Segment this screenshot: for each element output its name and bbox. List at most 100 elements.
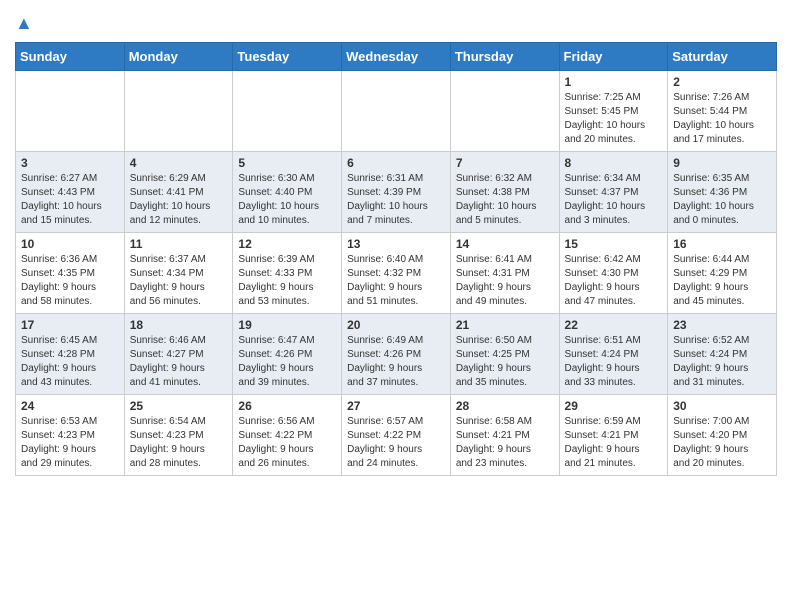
day-info: Sunrise: 6:36 AM Sunset: 4:35 PM Dayligh… [21,253,119,309]
logo-icon: ▲ [15,13,33,33]
day-number: 7 [456,156,554,170]
weekday-header-tuesday: Tuesday [233,43,342,71]
day-number: 20 [347,318,445,332]
calendar-week-row: 3 Sunrise: 6:27 AM Sunset: 4:43 PM Daylig… [16,152,777,233]
calendar-day-cell: 19 Sunrise: 6:47 AM Sunset: 4:26 PM Dayli… [233,314,342,395]
weekday-header-saturday: Saturday [668,43,777,71]
day-number: 13 [347,237,445,251]
day-info: Sunrise: 7:25 AM Sunset: 5:45 PM Dayligh… [565,91,663,147]
calendar-day-cell: 11 Sunrise: 6:37 AM Sunset: 4:34 PM Dayli… [124,233,233,314]
day-number: 19 [238,318,336,332]
day-number: 27 [347,399,445,413]
calendar-day-cell [450,71,559,152]
calendar-day-cell: 12Sunrise: 6:39 AM Sunset: 4:33 PM Dayli… [233,233,342,314]
day-info: Sunrise: 6:53 AM Sunset: 4:23 PM Dayligh… [21,415,119,471]
calendar-day-cell: 28 Sunrise: 6:58 AM Sunset: 4:21 PM Dayli… [450,395,559,476]
day-number: 22 [565,318,663,332]
day-number: 10 [21,237,119,251]
calendar-day-cell [342,71,451,152]
day-info: Sunrise: 6:51 AM Sunset: 4:24 PM Dayligh… [565,334,663,390]
calendar-day-cell: 14Sunrise: 6:41 AM Sunset: 4:31 PM Dayli… [450,233,559,314]
day-info: Sunrise: 6:59 AM Sunset: 4:21 PM Dayligh… [565,415,663,471]
calendar-day-cell: 25 Sunrise: 6:54 AM Sunset: 4:23 PM Dayli… [124,395,233,476]
day-number: 9 [673,156,771,170]
page: ▲ SundayMondayTuesdayWednesdayThursdayFr… [0,0,792,491]
day-number: 8 [565,156,663,170]
calendar-day-cell: 16 Sunrise: 6:44 AM Sunset: 4:29 PM Dayli… [668,233,777,314]
day-info: Sunrise: 6:56 AM Sunset: 4:22 PM Dayligh… [238,415,336,471]
day-number: 30 [673,399,771,413]
calendar-day-cell: 21Sunrise: 6:50 AM Sunset: 4:25 PM Dayli… [450,314,559,395]
weekday-header-sunday: Sunday [16,43,125,71]
day-info: Sunrise: 6:49 AM Sunset: 4:26 PM Dayligh… [347,334,445,390]
day-number: 5 [238,156,336,170]
day-info: Sunrise: 6:39 AM Sunset: 4:33 PM Dayligh… [238,253,336,309]
day-number: 11 [130,237,228,251]
day-number: 28 [456,399,554,413]
calendar-day-cell: 24Sunrise: 6:53 AM Sunset: 4:23 PM Dayli… [16,395,125,476]
day-number: 3 [21,156,119,170]
day-number: 29 [565,399,663,413]
day-number: 1 [565,75,663,89]
day-number: 6 [347,156,445,170]
day-number: 26 [238,399,336,413]
calendar-week-row: 24Sunrise: 6:53 AM Sunset: 4:23 PM Dayli… [16,395,777,476]
day-info: Sunrise: 6:44 AM Sunset: 4:29 PM Dayligh… [673,253,771,309]
day-info: Sunrise: 6:37 AM Sunset: 4:34 PM Dayligh… [130,253,228,309]
weekday-header-friday: Friday [559,43,668,71]
calendar-day-cell: 27 Sunrise: 6:57 AM Sunset: 4:22 PM Dayli… [342,395,451,476]
calendar-day-cell [16,71,125,152]
calendar-day-cell: 10 Sunrise: 6:36 AM Sunset: 4:35 PM Dayli… [16,233,125,314]
weekday-header-monday: Monday [124,43,233,71]
day-info: Sunrise: 6:46 AM Sunset: 4:27 PM Dayligh… [130,334,228,390]
calendar-day-cell: 7 Sunrise: 6:32 AM Sunset: 4:38 PM Daylig… [450,152,559,233]
day-info: Sunrise: 6:47 AM Sunset: 4:26 PM Dayligh… [238,334,336,390]
day-info: Sunrise: 6:54 AM Sunset: 4:23 PM Dayligh… [130,415,228,471]
day-info: Sunrise: 7:26 AM Sunset: 5:44 PM Dayligh… [673,91,771,147]
day-info: Sunrise: 6:29 AM Sunset: 4:41 PM Dayligh… [130,172,228,228]
calendar-table: SundayMondayTuesdayWednesdayThursdayFrid… [15,42,777,476]
day-info: Sunrise: 6:50 AM Sunset: 4:25 PM Dayligh… [456,334,554,390]
calendar-day-cell: 20 Sunrise: 6:49 AM Sunset: 4:26 PM Dayli… [342,314,451,395]
calendar-day-cell: 4 Sunrise: 6:29 AM Sunset: 4:41 PM Daylig… [124,152,233,233]
day-number: 25 [130,399,228,413]
weekday-header-thursday: Thursday [450,43,559,71]
calendar-day-cell: 26 Sunrise: 6:56 AM Sunset: 4:22 PM Dayli… [233,395,342,476]
weekday-header-wednesday: Wednesday [342,43,451,71]
day-info: Sunrise: 6:58 AM Sunset: 4:21 PM Dayligh… [456,415,554,471]
calendar-week-row: 1 Sunrise: 7:25 AM Sunset: 5:45 PM Daylig… [16,71,777,152]
calendar-day-cell: 9 Sunrise: 6:35 AM Sunset: 4:36 PM Daylig… [668,152,777,233]
day-number: 18 [130,318,228,332]
calendar-day-cell: 6 Sunrise: 6:31 AM Sunset: 4:39 PM Daylig… [342,152,451,233]
calendar-day-cell: 15Sunrise: 6:42 AM Sunset: 4:30 PM Dayli… [559,233,668,314]
calendar-day-cell: 29 Sunrise: 6:59 AM Sunset: 4:21 PM Dayli… [559,395,668,476]
day-info: Sunrise: 6:57 AM Sunset: 4:22 PM Dayligh… [347,415,445,471]
header: ▲ [15,10,777,34]
calendar-day-cell: 22 Sunrise: 6:51 AM Sunset: 4:24 PM Dayli… [559,314,668,395]
day-info: Sunrise: 6:32 AM Sunset: 4:38 PM Dayligh… [456,172,554,228]
calendar-day-cell: 8 Sunrise: 6:34 AM Sunset: 4:37 PM Daylig… [559,152,668,233]
calendar-day-cell: 30 Sunrise: 7:00 AM Sunset: 4:20 PM Dayli… [668,395,777,476]
day-info: Sunrise: 6:45 AM Sunset: 4:28 PM Dayligh… [21,334,119,390]
calendar-day-cell: 18 Sunrise: 6:46 AM Sunset: 4:27 PM Dayli… [124,314,233,395]
day-info: Sunrise: 6:40 AM Sunset: 4:32 PM Dayligh… [347,253,445,309]
day-number: 14 [456,237,554,251]
calendar-day-cell: 3 Sunrise: 6:27 AM Sunset: 4:43 PM Daylig… [16,152,125,233]
day-number: 4 [130,156,228,170]
calendar-day-cell: 23 Sunrise: 6:52 AM Sunset: 4:24 PM Dayli… [668,314,777,395]
day-info: Sunrise: 6:31 AM Sunset: 4:39 PM Dayligh… [347,172,445,228]
calendar-day-cell: 2 Sunrise: 7:26 AM Sunset: 5:44 PM Daylig… [668,71,777,152]
day-info: Sunrise: 6:35 AM Sunset: 4:36 PM Dayligh… [673,172,771,228]
calendar-week-row: 17Sunrise: 6:45 AM Sunset: 4:28 PM Dayli… [16,314,777,395]
calendar-week-row: 10 Sunrise: 6:36 AM Sunset: 4:35 PM Dayli… [16,233,777,314]
calendar-day-cell: 13 Sunrise: 6:40 AM Sunset: 4:32 PM Dayli… [342,233,451,314]
day-info: Sunrise: 6:52 AM Sunset: 4:24 PM Dayligh… [673,334,771,390]
day-info: Sunrise: 7:00 AM Sunset: 4:20 PM Dayligh… [673,415,771,471]
weekday-header-row: SundayMondayTuesdayWednesdayThursdayFrid… [16,43,777,71]
day-info: Sunrise: 6:34 AM Sunset: 4:37 PM Dayligh… [565,172,663,228]
day-number: 2 [673,75,771,89]
day-number: 23 [673,318,771,332]
day-info: Sunrise: 6:27 AM Sunset: 4:43 PM Dayligh… [21,172,119,228]
day-number: 16 [673,237,771,251]
calendar-day-cell [124,71,233,152]
